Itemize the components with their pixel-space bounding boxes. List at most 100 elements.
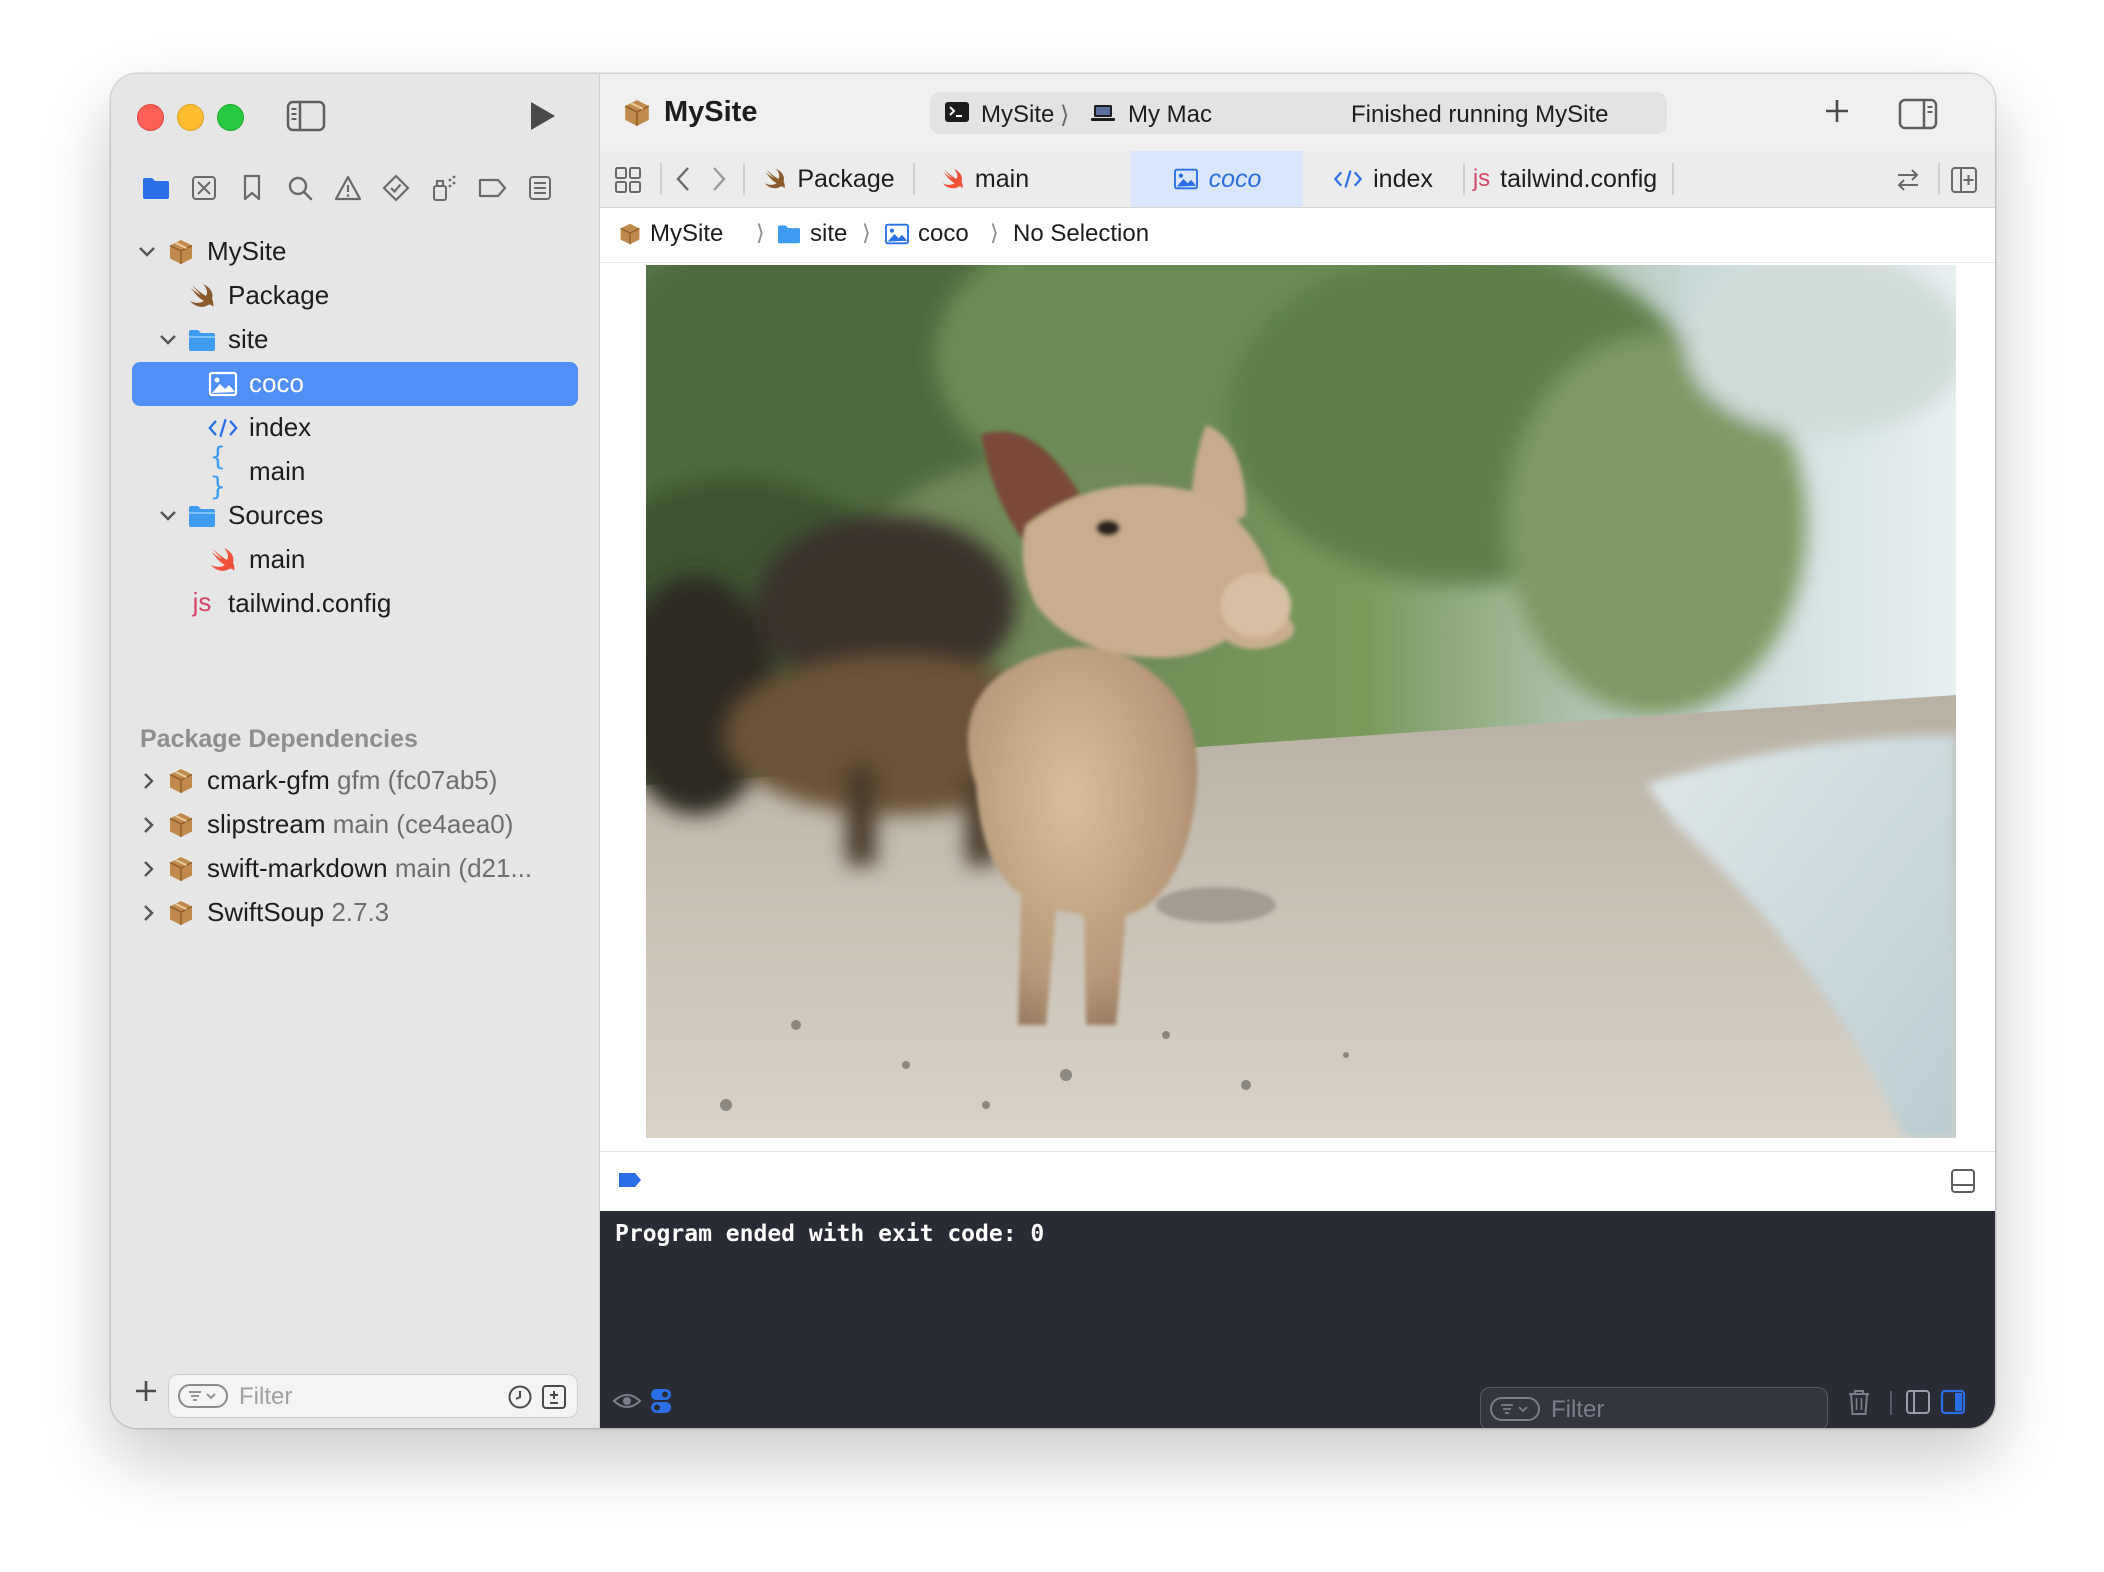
add-editor-icon[interactable] [1950, 166, 1978, 199]
trash-icon[interactable] [1847, 1388, 1871, 1421]
breakpoints-toggle-icon[interactable] [617, 1171, 643, 1194]
tree-row-mysite[interactable]: MySite [111, 230, 599, 274]
tree-row-index[interactable]: index [111, 406, 599, 450]
project-title: MySite [664, 96, 758, 128]
related-items-grid-icon[interactable] [614, 166, 642, 199]
chevron-right-icon: ⟩ [1060, 102, 1070, 129]
package-icon [166, 766, 196, 796]
tab-index[interactable]: index [1303, 151, 1463, 207]
breadcrumb-item[interactable]: site [776, 220, 847, 248]
source-control-icon [192, 176, 216, 200]
tree-row-main-swift[interactable]: main [111, 538, 599, 582]
source-control-navigator-tab[interactable] [189, 173, 219, 203]
tree-row-coco[interactable]: coco [111, 362, 599, 406]
tree-row-main-json[interactable]: { } main [111, 442, 599, 502]
tree-row-site[interactable]: site [111, 318, 599, 362]
zoom-window-button[interactable] [217, 104, 244, 131]
chevron-right-icon[interactable] [139, 903, 159, 923]
close-window-button[interactable] [137, 104, 164, 131]
dependency-row[interactable]: swift-markdown main (d21... [111, 847, 599, 891]
activity-status: Finished running MySite [1351, 101, 1609, 128]
breadcrumb-item[interactable]: No Selection [1013, 220, 1149, 248]
js-icon: js [1472, 165, 1491, 192]
json-icon: { } [210, 442, 226, 502]
activity-view: MySite ⟩ My Mac Finished running MySite [930, 92, 1667, 134]
dependency-version: main (ce4aea0) [332, 809, 514, 839]
debug-navigator-tab[interactable] [429, 173, 459, 203]
back-chevron-icon[interactable] [674, 165, 692, 198]
warning-icon [334, 175, 362, 201]
split-editor-swap-icon[interactable] [1894, 167, 1922, 198]
run-button[interactable] [526, 98, 558, 139]
bookmark-navigator-tab[interactable] [237, 173, 267, 203]
console-filter-field[interactable]: Filter [1480, 1387, 1828, 1428]
filter-options-icon[interactable] [1490, 1397, 1540, 1421]
dependency-row[interactable]: SwiftSoup 2.7.3 [111, 891, 599, 935]
tree-item-label: tailwind.config [228, 588, 392, 618]
breakpoint-navigator-tab[interactable] [477, 173, 507, 203]
dependency-version: gfm (fc07ab5) [337, 765, 498, 795]
chevron-right-icon[interactable] [139, 771, 159, 791]
source-control-filter-icon[interactable] [541, 1384, 567, 1415]
chevron-down-icon[interactable] [158, 330, 178, 350]
library-button[interactable] [1822, 96, 1852, 131]
show-variables-view-icon[interactable] [1905, 1389, 1931, 1420]
tree-row-package[interactable]: Package [111, 274, 599, 318]
hide-debug-area-icon[interactable] [1950, 1168, 1976, 1199]
issue-navigator-tab[interactable] [333, 173, 363, 203]
show-console-view-icon[interactable] [1940, 1389, 1966, 1420]
dependency-name: slipstream [207, 809, 326, 839]
add-file-button[interactable] [133, 1378, 159, 1409]
scheme-selector[interactable]: MySite [981, 101, 1054, 129]
minimize-window-button[interactable] [177, 104, 204, 131]
eye-icon[interactable] [612, 1391, 642, 1416]
breadcrumb-item[interactable]: coco [884, 220, 969, 248]
tab-label: main [974, 164, 1030, 193]
forward-chevron-icon[interactable] [710, 165, 728, 198]
js-icon: js [192, 586, 212, 617]
toggle-inspector-button[interactable] [1898, 98, 1938, 135]
debug-bar [600, 1151, 1995, 1212]
test-navigator-tab[interactable] [381, 173, 411, 203]
coco-image-preview [646, 265, 1956, 1138]
recent-files-clock-icon[interactable] [507, 1384, 533, 1415]
dependency-row[interactable]: slipstream main (ce4aea0) [111, 803, 599, 847]
navigator-filter-field[interactable]: Filter [168, 1374, 578, 1418]
tree-row-sources[interactable]: Sources [111, 494, 599, 538]
breadcrumb-label: No Selection [1013, 220, 1150, 247]
package-icon [622, 98, 652, 133]
image-icon [885, 223, 909, 245]
chevron-right-icon[interactable] [139, 859, 159, 879]
tab-coco[interactable]: coco [1131, 151, 1303, 207]
report-navigator-tab[interactable] [525, 173, 555, 203]
project-navigator-tab[interactable] [141, 173, 171, 203]
swift-icon [208, 545, 238, 575]
package-icon [166, 810, 196, 840]
folder-icon [143, 178, 169, 199]
chevron-right-icon: ⟩ [862, 220, 871, 245]
tab-label: coco [1208, 164, 1262, 193]
chevron-down-icon[interactable] [137, 242, 157, 262]
run-destination-selector[interactable]: My Mac [1128, 101, 1212, 129]
chevron-right-icon[interactable] [139, 815, 159, 835]
tab-package[interactable]: Package [745, 151, 913, 207]
sidebar-left-icon [286, 100, 326, 132]
toggle-sidebar-button[interactable] [286, 100, 326, 137]
divider [1938, 163, 1940, 195]
plus-icon [136, 1381, 156, 1401]
divider [660, 163, 662, 195]
filter-options-icon[interactable] [178, 1384, 228, 1408]
variables-toggle-icon[interactable] [649, 1387, 673, 1420]
chevron-down-icon[interactable] [158, 506, 178, 526]
tree-item-label: coco [249, 368, 304, 398]
bookmark-icon [243, 174, 261, 201]
tab-main[interactable]: main [915, 151, 1055, 207]
tab-tailwind-config[interactable]: js tailwind.config [1465, 151, 1665, 207]
divider [1672, 163, 1674, 195]
dependency-row[interactable]: cmark-gfm gfm (fc07ab5) [111, 759, 599, 803]
breadcrumb-item[interactable]: MySite [618, 220, 723, 248]
tree-row-tailwind-config[interactable]: js tailwind.config [111, 582, 599, 626]
image-icon [1173, 168, 1198, 190]
find-navigator-tab[interactable] [285, 173, 315, 203]
play-icon [531, 102, 555, 130]
